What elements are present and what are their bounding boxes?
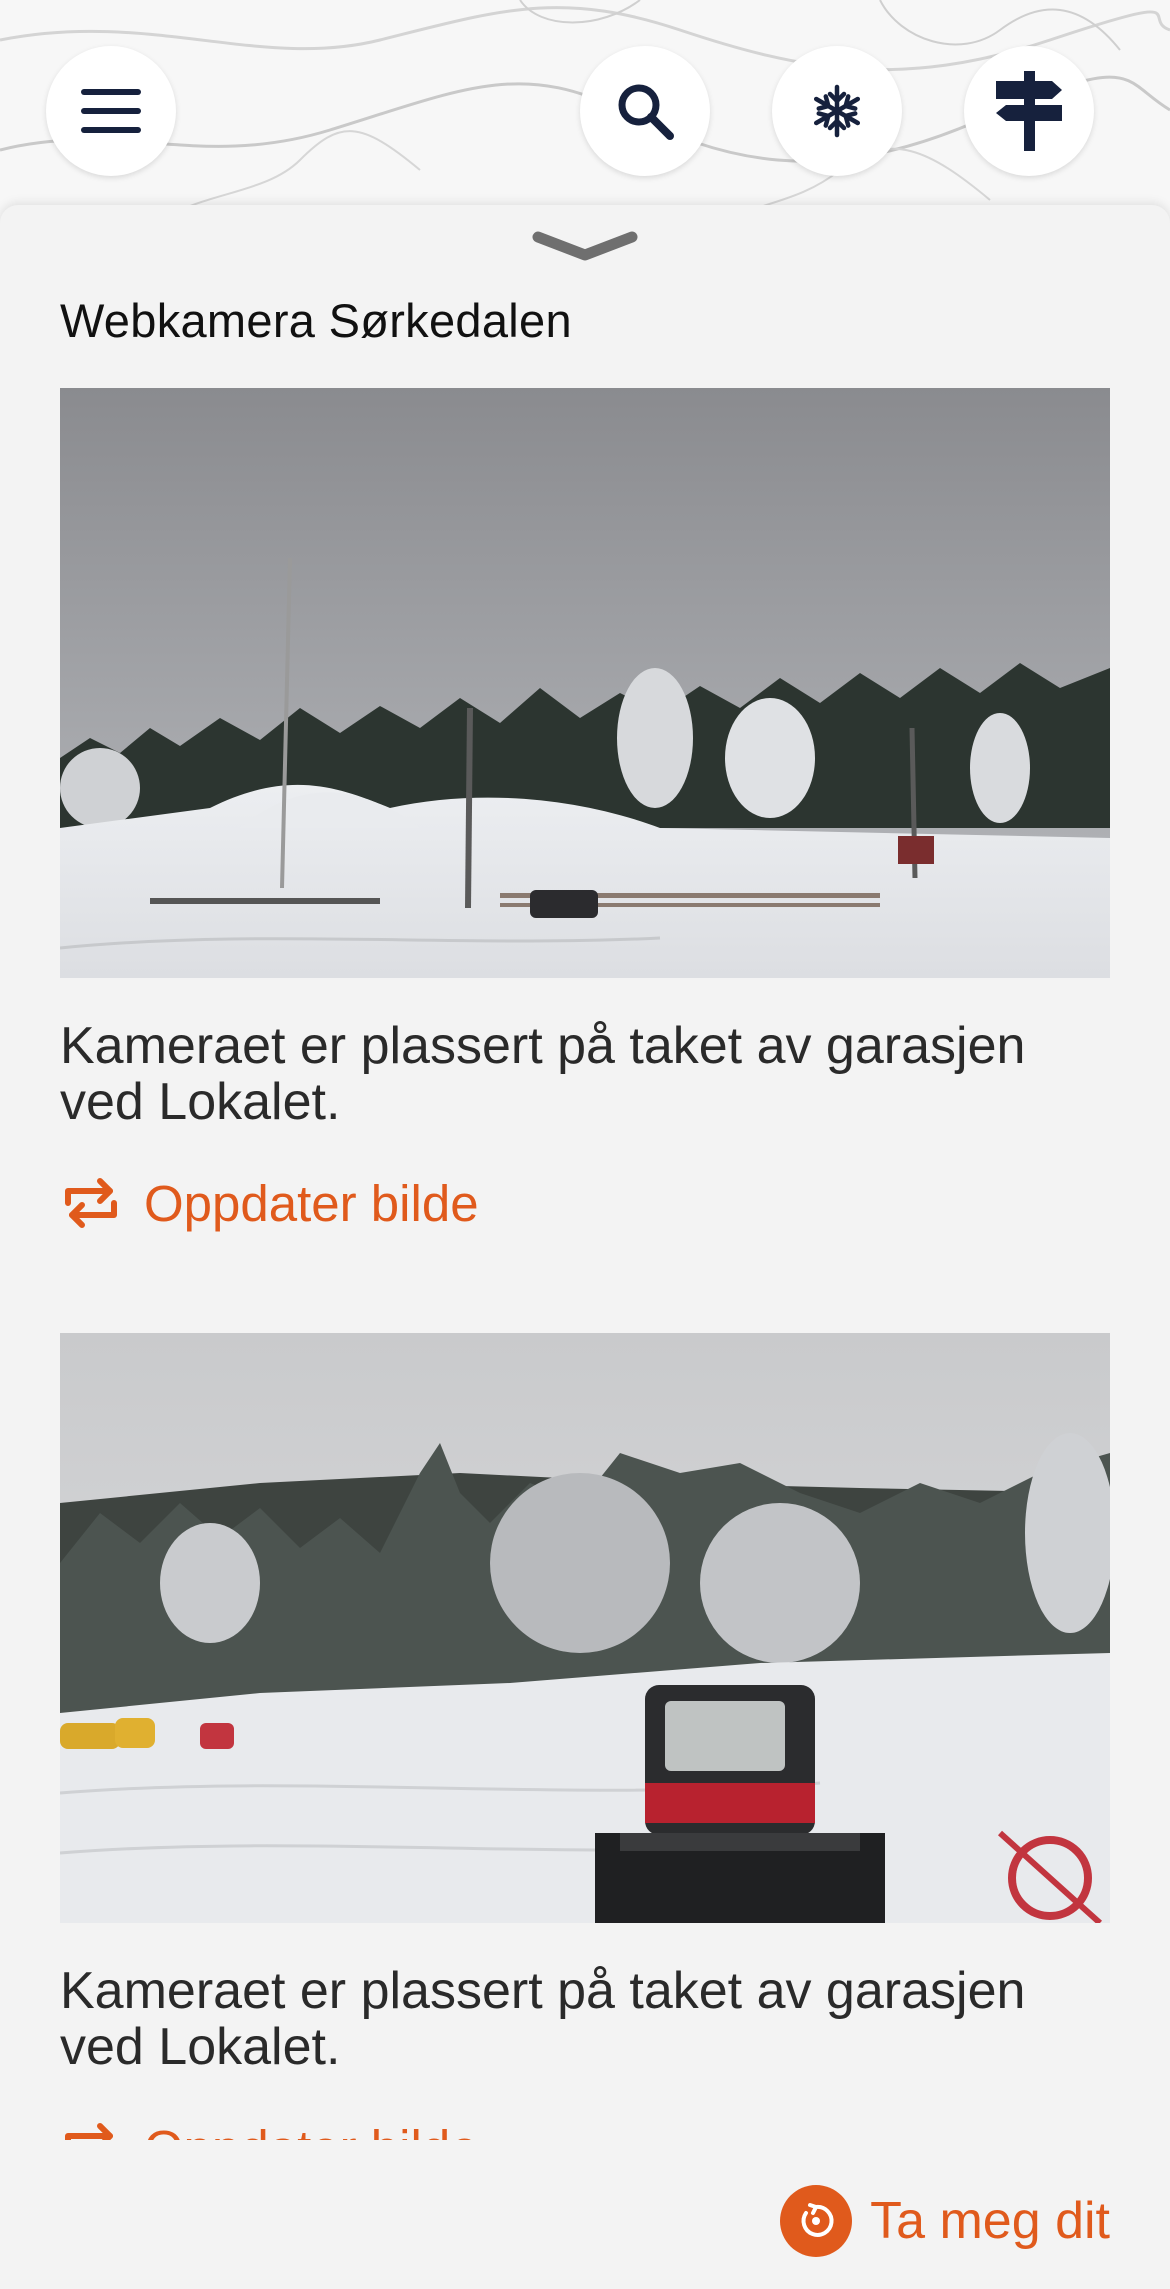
take-me-there-label: Ta meg dit [870,2192,1110,2250]
search-icon [618,84,674,140]
webcam-image[interactable] [60,1333,1110,1923]
sheet-collapse-handle[interactable] [532,229,638,265]
webcam-image[interactable] [60,388,1110,978]
signpost-icon [996,71,1062,151]
search-button[interactable] [580,46,710,176]
navigate-icon [780,2185,853,2257]
webcam-list[interactable]: Kameraet er plassert på taket av garasje… [0,388,1170,2148]
snowflake-icon [813,84,861,138]
webcam-sheet: Webkamera Sørkedalen Kameraet er plasser… [0,205,1170,2289]
trail-signpost-button[interactable] [964,46,1094,176]
hamburger-menu-icon [81,89,141,133]
snow-conditions-button[interactable] [772,46,902,176]
webcam-caption: Kameraet er plassert på taket av garasje… [60,1962,1026,2076]
refresh-label: Oppdater bilde [144,1174,479,1232]
page-title: Webkamera Sørkedalen [60,294,572,347]
webcam-caption: Kameraet er plassert på taket av garasje… [60,1017,1026,1131]
take-me-there-button[interactable]: Ta meg dit [780,2184,1110,2258]
refresh-icon [65,1178,117,1228]
chevron-down-icon [532,231,638,261]
menu-button[interactable] [46,46,176,176]
refresh-image-button[interactable]: Oppdater bilde [60,1168,479,1238]
